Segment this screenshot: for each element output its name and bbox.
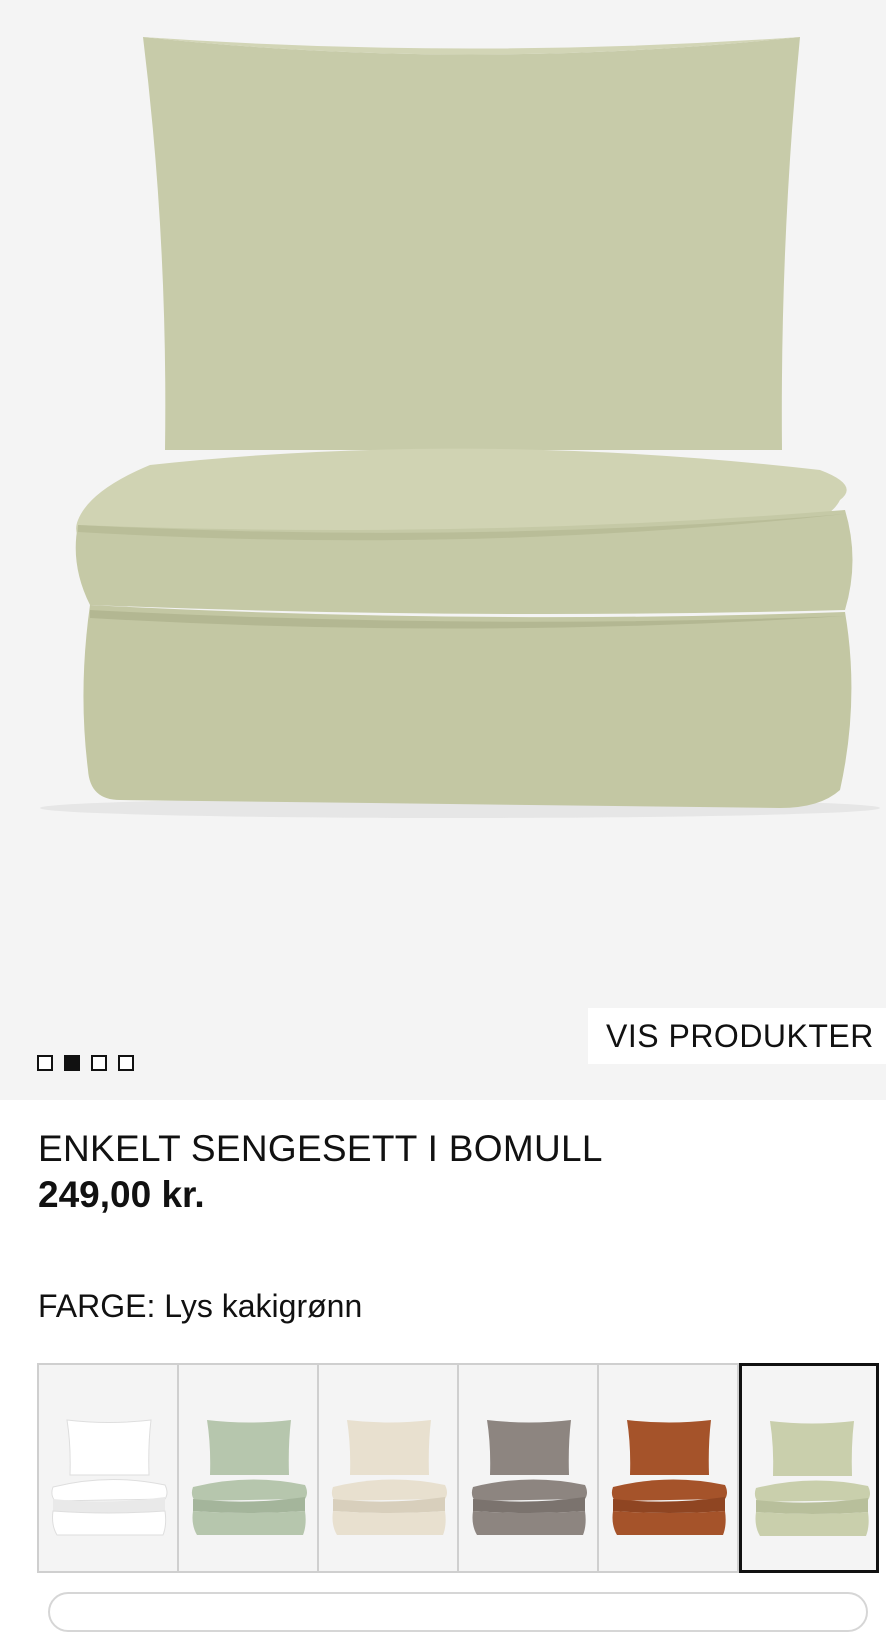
- pager-dot[interactable]: [91, 1055, 107, 1071]
- show-products-button[interactable]: VIS PRODUKTER: [588, 1008, 886, 1064]
- color-swatch-light-khaki-green[interactable]: [739, 1363, 879, 1573]
- swatch-thumbnail-image: [754, 1421, 870, 1536]
- pager-dot[interactable]: [37, 1055, 53, 1071]
- product-title: ENKELT SENGESETT I BOMULL: [38, 1128, 603, 1169]
- swatch-thumbnail-image: [611, 1420, 727, 1535]
- pager-dot-active[interactable]: [64, 1055, 80, 1071]
- color-swatch-white[interactable]: [39, 1365, 179, 1571]
- image-pager: [37, 1055, 134, 1071]
- color-swatch-sage-green[interactable]: [179, 1365, 319, 1571]
- swatch-thumbnail-image: [471, 1420, 587, 1535]
- color-swatch-grey-brown[interactable]: [459, 1365, 599, 1571]
- duvet-bottom: [83, 605, 852, 808]
- pillow-shape: [143, 37, 800, 450]
- bottom-action-bar[interactable]: [48, 1592, 868, 1632]
- color-selection-label: FARGE: Lys kakigrønn: [38, 1288, 362, 1325]
- hero-image-area[interactable]: VIS PRODUKTER: [0, 0, 886, 1100]
- swatch-thumbnail-image: [51, 1419, 168, 1536]
- color-swatch-light-beige[interactable]: [319, 1365, 459, 1571]
- color-swatch-rust-brown[interactable]: [599, 1365, 739, 1571]
- color-swatch-list: [37, 1363, 879, 1573]
- swatch-thumbnail-image: [331, 1420, 447, 1535]
- color-value: Lys kakigrønn: [164, 1288, 363, 1324]
- swatch-thumbnail-image: [191, 1420, 307, 1535]
- color-label: FARGE:: [38, 1288, 156, 1324]
- duvet-set-image: [40, 37, 880, 818]
- product-price: 249,00 kr.: [38, 1174, 205, 1215]
- pager-dot[interactable]: [118, 1055, 134, 1071]
